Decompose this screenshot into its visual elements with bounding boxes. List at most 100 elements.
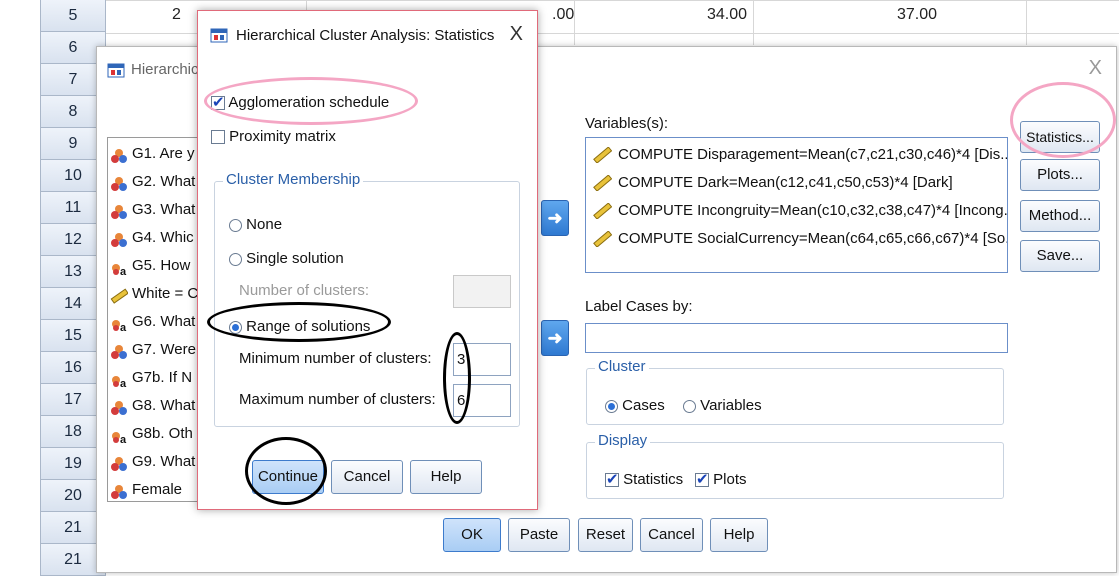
label-cases-label: Label Cases by: [585,298,693,315]
nominal-variable-icon [110,482,128,500]
nominal-variable-icon [110,146,128,164]
number-of-clusters-label: Number of clusters: [239,282,370,299]
close-icon[interactable]: X [1089,57,1102,80]
save-button[interactable]: Save... [1020,240,1100,272]
nominal-variable-icon [110,342,128,360]
variable-label: G5. How [132,257,191,274]
checkbox-label: Proximity matrix [229,128,336,145]
move-to-variables-button[interactable]: ➜ [541,200,569,236]
svg-text:a: a [120,378,127,388]
radio-selected[interactable] [605,399,618,413]
list-item[interactable]: a G7b. If N [110,364,192,392]
method-button[interactable]: Method... [1020,200,1100,232]
dialog-title: Hierarchica [131,61,207,78]
list-item[interactable]: G8. What [110,392,195,420]
plots-button[interactable]: Plots... [1020,159,1100,191]
variable-label: G6. What [132,313,196,330]
reset-button[interactable]: Reset [578,518,633,552]
checkbox-label: Plots [713,471,747,488]
variable-label: G2. What [132,173,196,190]
group-title: Display [595,432,651,449]
list-item[interactable]: COMPUTE Incongruity=Mean(c10,c32,c38,c47… [592,197,1008,225]
list-item[interactable]: a G6. What [110,308,195,336]
radio-label: Cases [622,397,665,414]
help-button[interactable]: Help [410,460,482,494]
ok-button[interactable]: OK [443,518,501,552]
nominal-variable-icon [110,202,128,220]
cell-value[interactable]: 34.00 [707,6,747,24]
scale-variable-icon [593,203,612,220]
list-item[interactable]: COMPUTE Dark=Mean(c12,c41,c50,c53)*4 [Da… [592,169,953,197]
move-to-label-cases-button[interactable]: ➜ [541,320,569,356]
variable-label: White = C [132,285,199,302]
list-item[interactable]: G3. What [110,196,195,224]
variable-label: Female [132,481,183,498]
list-item[interactable]: COMPUTE SocialCurrency=Mean(c64,c65,c66,… [592,225,1007,253]
cluster-cases-radio[interactable]: Cases [605,397,665,414]
list-item[interactable]: a G5. How [110,252,190,280]
annotation-ellipse-pink [204,77,418,125]
max-clusters-label: Maximum number of clusters: [239,391,436,408]
checkbox-checked[interactable] [605,470,619,488]
list-item[interactable]: a G8b. Oth [110,420,193,448]
string-variable-icon: a [110,314,128,334]
display-statistics-checkbox[interactable]: Statistics [605,470,683,488]
single-solution-radio[interactable]: Single solution [229,250,344,267]
variable-label: G7. Were [132,341,196,358]
none-radio[interactable]: None [229,216,282,233]
label-cases-field[interactable] [585,323,1008,353]
list-item[interactable]: COMPUTE Disparagement=Mean(c7,c21,c30,c4… [592,141,1008,169]
variable-label: COMPUTE Disparagement=Mean(c7,c21,c30,c4… [618,146,1008,163]
checkbox-unchecked[interactable] [211,130,225,145]
variable-label: G9. What [132,453,196,470]
string-variable-icon: a [110,426,128,446]
source-variable-list[interactable]: G1. Are y G2. What G3. What G4. Whic a G5… [107,137,203,502]
checkbox-checked[interactable] [695,470,709,488]
svg-text:a: a [120,322,127,332]
list-item[interactable]: G2. What [110,168,195,196]
help-button[interactable]: Help [710,518,768,552]
variable-label: G3. What [132,201,196,218]
cell-value[interactable]: .00 [552,6,574,24]
variable-label: G8. What [132,397,196,414]
cluster-variables-radio[interactable]: Variables [683,397,762,414]
close-icon[interactable]: X [510,23,523,46]
cell-value[interactable]: 2 [172,6,181,24]
svg-text:a: a [120,434,127,444]
cancel-button[interactable]: Cancel [331,460,403,494]
radio-unselected[interactable] [683,399,696,413]
grid-line [753,0,754,45]
radio-label: None [246,216,283,233]
variables-label: Variables(s): [585,115,669,132]
display-plots-checkbox[interactable]: Plots [695,470,747,488]
list-item[interactable]: G7. Were [110,336,196,364]
min-clusters-label: Minimum number of clusters: [239,350,432,367]
paste-button[interactable]: Paste [508,518,570,552]
list-item[interactable]: White = C [110,280,198,308]
cell-value[interactable]: 37.00 [897,6,937,24]
proximity-matrix-checkbox[interactable]: Proximity matrix [211,128,336,145]
list-item[interactable]: G1. Are y [110,140,195,168]
variables-list[interactable]: COMPUTE Disparagement=Mean(c7,c21,c30,c4… [585,137,1008,273]
radio-unselected[interactable] [229,218,242,232]
group-title: Cluster [595,358,649,375]
radio-label: Variables [700,397,762,414]
list-item[interactable]: G9. What [110,448,195,476]
svg-text:a: a [120,266,127,276]
variable-label: G7b. If N [132,369,193,386]
number-of-clusters-input[interactable] [453,275,511,308]
nominal-variable-icon [110,230,128,248]
scale-variable-icon [593,231,612,248]
variable-label: G1. Are y [132,145,195,162]
display-group: Display Statistics Plots [586,432,1004,499]
list-item[interactable]: Female [110,476,183,501]
radio-label: Single solution [246,250,344,267]
row-header[interactable]: 5 [40,0,106,32]
grid-line [106,0,1119,1]
cancel-button[interactable]: Cancel [640,518,703,552]
variable-label: COMPUTE Incongruity=Mean(c10,c32,c38,c47… [618,202,1008,219]
radio-unselected[interactable] [229,252,242,266]
list-item[interactable]: G4. Whic [110,224,194,252]
annotation-ellipse-black [443,332,471,424]
variable-label: G4. Whic [132,229,194,246]
